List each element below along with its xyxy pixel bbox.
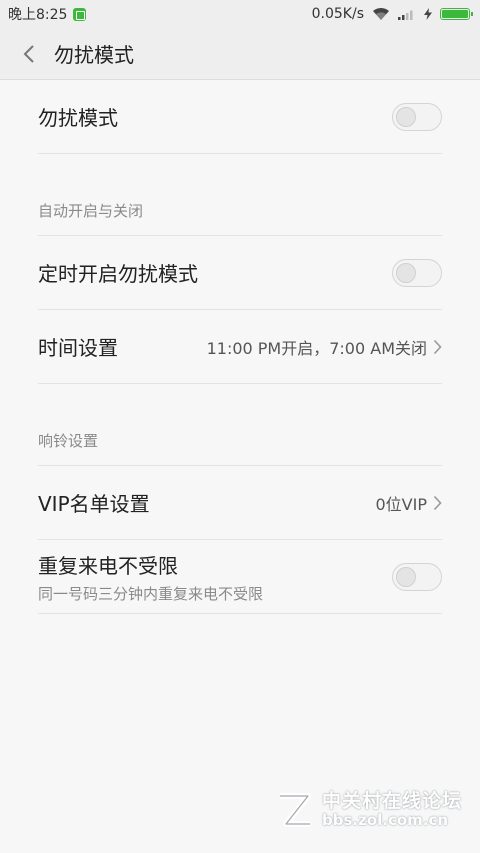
time-setting-row[interactable]: 时间设置 11:00 PM开启，7:00 AM关闭 bbox=[38, 310, 442, 384]
toggle-knob bbox=[396, 106, 416, 127]
watermark: 中关村在线论坛 bbs.zol.com.cn bbox=[272, 784, 472, 836]
time-setting-value-group: 11:00 PM开启，7:00 AM关闭 bbox=[207, 335, 442, 359]
wifi-icon bbox=[372, 7, 390, 21]
status-time: 晚上8:25 bbox=[8, 7, 68, 23]
time-setting-value: 11:00 PM开启，7:00 AM关闭 bbox=[206, 338, 427, 358]
watermark-url: bbs.zol.com.cn bbox=[322, 811, 449, 830]
toggle-knob bbox=[396, 262, 416, 283]
status-bar-right: 0.05K/s bbox=[311, 6, 473, 22]
scheduled-dnd-toggle[interactable] bbox=[392, 258, 442, 287]
zol-logo-icon bbox=[280, 793, 311, 827]
settings-list: 勿扰模式 自动开启与关闭 定时开启勿扰模式 时间设置 11:00 PM开启，7:… bbox=[0, 80, 480, 614]
section-header-auto: 自动开启与关闭 bbox=[38, 154, 442, 236]
chevron-right-icon bbox=[433, 495, 442, 511]
charging-icon bbox=[424, 8, 432, 20]
chevron-left-icon[interactable] bbox=[6, 28, 52, 80]
time-setting-label: 时间设置 bbox=[38, 336, 118, 360]
status-bar-left: 晚上8:25 bbox=[8, 4, 87, 24]
vip-list-label: VIP名单设置 bbox=[38, 492, 150, 516]
watermark-text: 中关村在线论坛 bbs.zol.com.cn bbox=[322, 791, 462, 828]
repeat-calls-description: 同一号码三分钟内重复来电不受限 bbox=[38, 584, 264, 603]
scheduled-dnd-label: 定时开启勿扰模式 bbox=[38, 262, 198, 286]
network-speed: 0.05K/s bbox=[311, 6, 364, 22]
vip-list-value: 0位VIP bbox=[375, 494, 428, 514]
status-bar: 晚上8:25 0.05K/s bbox=[0, 0, 480, 28]
repeat-calls-text: 重复来电不受限 同一号码三分钟内重复来电不受限 bbox=[38, 550, 263, 604]
watermark-name: 中关村在线论坛 bbox=[322, 790, 463, 813]
dnd-mode-label: 勿扰模式 bbox=[38, 106, 118, 130]
toggle-knob bbox=[396, 566, 416, 587]
repeat-calls-row[interactable]: 重复来电不受限 同一号码三分钟内重复来电不受限 bbox=[38, 540, 442, 614]
chevron-right-icon bbox=[433, 339, 442, 355]
vip-list-row[interactable]: VIP名单设置 0位VIP bbox=[38, 466, 442, 540]
page-title: 勿扰模式 bbox=[54, 43, 134, 67]
repeat-calls-toggle[interactable] bbox=[392, 562, 442, 591]
vip-list-value-group: 0位VIP bbox=[376, 491, 443, 515]
scheduled-dnd-row[interactable]: 定时开启勿扰模式 bbox=[38, 236, 442, 310]
title-bar: 勿扰模式 bbox=[0, 28, 480, 80]
battery-fill bbox=[442, 10, 468, 18]
app-notification-icon bbox=[73, 7, 87, 21]
dnd-mode-row[interactable]: 勿扰模式 bbox=[38, 80, 442, 154]
dnd-mode-toggle[interactable] bbox=[392, 102, 442, 131]
signal-icon bbox=[398, 8, 416, 20]
section-header-ring: 响铃设置 bbox=[38, 384, 442, 466]
repeat-calls-label: 重复来电不受限 bbox=[38, 553, 178, 578]
battery-icon bbox=[440, 8, 473, 20]
